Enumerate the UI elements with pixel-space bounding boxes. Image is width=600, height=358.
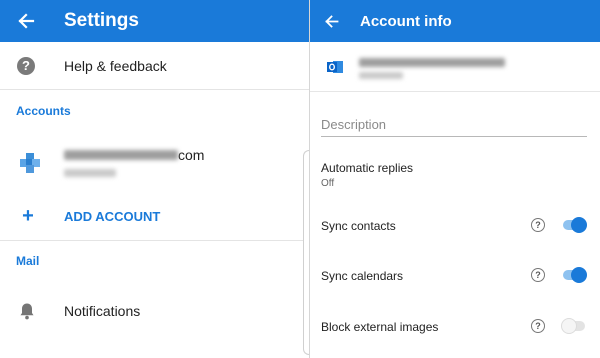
- account-email-suffix: com: [178, 147, 205, 163]
- account-avatar: [20, 153, 40, 173]
- toggle-knob: [561, 318, 577, 334]
- add-account-button[interactable]: + ADD ACCOUNT: [0, 196, 309, 236]
- toggle-knob: [571, 267, 587, 283]
- notifications-label: Notifications: [64, 303, 141, 319]
- redacted-account-type: [64, 169, 116, 177]
- accounts-section-header: Accounts: [16, 104, 71, 118]
- mail-section-header: Mail: [16, 254, 40, 268]
- arrow-left-icon: [18, 13, 35, 29]
- sync-contacts-help-icon[interactable]: ?: [531, 218, 545, 232]
- help-feedback-item[interactable]: ? Help & feedback: [0, 42, 309, 90]
- account-info-back-button[interactable]: [310, 0, 352, 42]
- sync-contacts-label: Sync contacts: [321, 219, 396, 233]
- settings-back-button[interactable]: [0, 0, 52, 42]
- block-images-help-icon[interactable]: ?: [531, 319, 545, 333]
- sync-calendars-label: Sync calendars: [321, 269, 404, 283]
- settings-app-bar: Settings: [0, 0, 309, 42]
- block-external-images-label: Block external images: [321, 320, 439, 334]
- redacted-email: [64, 150, 178, 160]
- add-account-label: ADD ACCOUNT: [64, 208, 161, 224]
- account-info-app-bar: Account info: [310, 0, 600, 42]
- outlook-icon: [327, 61, 343, 73]
- account-list-item[interactable]: com: [0, 138, 309, 188]
- automatic-replies-item[interactable]: Automatic replies Off: [321, 161, 591, 189]
- section-divider: [0, 240, 309, 241]
- account-header: [310, 42, 600, 92]
- redacted-account-type: [359, 72, 403, 79]
- help-feedback-label: Help & feedback: [64, 57, 167, 74]
- settings-title: Settings: [64, 10, 139, 31]
- block-external-images-toggle[interactable]: [561, 318, 585, 334]
- sync-calendars-item: Sync calendars: [321, 269, 591, 283]
- plus-icon: +: [22, 204, 34, 227]
- account-info-panel: Account info Automatic replies Off Sync …: [309, 0, 600, 358]
- account-email: com: [64, 147, 204, 163]
- sync-calendars-help-icon[interactable]: ?: [531, 268, 545, 282]
- notifications-item[interactable]: Notifications: [0, 290, 309, 332]
- toggle-knob: [571, 217, 587, 233]
- settings-panel: Settings ? Help & feedback Accounts com …: [0, 0, 309, 358]
- arrow-left-icon: [324, 14, 338, 28]
- redacted-account-email: [359, 58, 505, 67]
- sync-contacts-item: Sync contacts: [321, 219, 591, 233]
- automatic-replies-label: Automatic replies: [321, 161, 414, 175]
- block-external-images-item: Block external images: [321, 320, 591, 334]
- account-info-title: Account info: [360, 12, 452, 30]
- bell-icon: [19, 302, 35, 320]
- description-input[interactable]: [321, 115, 587, 137]
- sync-calendars-toggle[interactable]: [563, 267, 587, 283]
- sync-contacts-toggle[interactable]: [563, 217, 587, 233]
- question-circle-icon: ?: [17, 56, 35, 75]
- automatic-replies-value: Off: [321, 178, 335, 189]
